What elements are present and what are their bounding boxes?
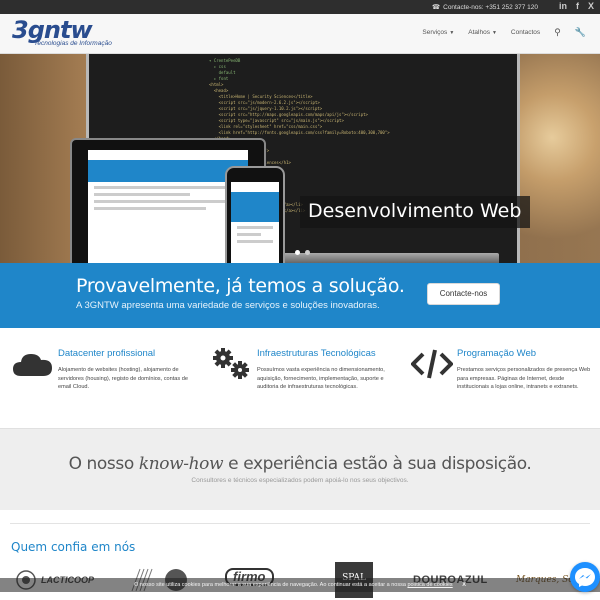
knowhow-section: O nosso know-how e experiência estão à s… <box>0 428 600 510</box>
linkedin-icon[interactable]: in <box>559 1 567 11</box>
knowhow-title: O nosso know-how e experiência estão à s… <box>68 454 532 474</box>
logo-mark: 3gntw <box>12 16 93 44</box>
feature-title[interactable]: Infraestruturas Tecnológicas <box>257 348 376 359</box>
cookie-banner: O nosso site utiliza cookies para melhor… <box>0 578 600 592</box>
main-nav: Serviços ▼ Atalhos ▼ Contactos ⚲ 🔧 <box>422 27 586 38</box>
contact-button[interactable]: Contacte-nos <box>427 283 500 305</box>
cookie-close-button[interactable]: X <box>462 582 466 588</box>
logo-tagline: Tecnologias de Informação <box>34 40 112 47</box>
messenger-chat-button[interactable] <box>570 562 600 592</box>
site-header: 3gntw Tecnologias de Informação Serviços… <box>0 14 600 54</box>
divider <box>10 523 590 524</box>
feature-text: Possuímos vasta experiência no dimension… <box>257 367 385 390</box>
search-icon[interactable]: ⚲ <box>554 27 561 38</box>
phone-image <box>225 166 285 263</box>
feature-title[interactable]: Programação Web <box>457 348 536 359</box>
cookie-text: O nosso site utiliza cookies para melhor… <box>134 582 406 588</box>
caret-down-icon: ▼ <box>449 30 455 36</box>
cookie-policy-link[interactable]: política de cookies <box>407 582 452 588</box>
feature-text: Prestamos serviços personalizados de pre… <box>457 367 591 390</box>
cloud-icon <box>13 354 52 376</box>
top-bar: ☎ Contacte-nos: +351 252 377 120 in f X <box>0 0 600 14</box>
wrench-icon[interactable]: 🔧 <box>575 27 586 38</box>
clients-title: Quem confia em nós <box>11 540 136 554</box>
site-logo[interactable]: 3gntw Tecnologias de Informação <box>12 18 127 52</box>
contact-text: Contacte-nos: +351 252 377 120 <box>443 3 538 11</box>
messenger-icon <box>575 568 595 587</box>
feature-text: Alojamento de websites (hosting), alojam… <box>58 367 188 390</box>
phone-icon: ☎ <box>432 4 441 11</box>
feature-title[interactable]: Datacenter profissional <box>58 348 155 359</box>
nav-item-atalhos[interactable]: Atalhos ▼ <box>468 29 497 36</box>
slider-dot[interactable] <box>305 250 310 255</box>
solutions-banner: Provavelmente, já temos a solução. A 3GN… <box>0 263 600 328</box>
caret-down-icon: ▼ <box>491 30 497 36</box>
knowhow-subtitle: Consultores e técnicos especializados po… <box>191 477 409 484</box>
code-icon <box>411 349 453 379</box>
banner-title: Provavelmente, já temos a solução. <box>76 275 405 297</box>
x-twitter-icon[interactable]: X <box>588 1 594 11</box>
facebook-icon[interactable]: f <box>576 1 579 11</box>
gears-icon <box>213 348 249 379</box>
nav-item-servicos[interactable]: Serviços ▼ <box>422 29 454 36</box>
slider-dot[interactable] <box>295 250 300 255</box>
slider-dots <box>295 250 310 255</box>
hero-slider[interactable]: ▾ CrentePeeDB ▸ css default ▸ font <html… <box>0 54 600 263</box>
social-links: in f X <box>559 1 594 11</box>
banner-subtitle: A 3GNTW apresenta uma variedade de servi… <box>76 300 380 311</box>
hero-caption: Desenvolvimento Web <box>300 196 530 228</box>
features-section: Datacenter profissional Alojamento de we… <box>0 328 600 428</box>
contact-info[interactable]: ☎ Contacte-nos: +351 252 377 120 <box>432 3 538 12</box>
nav-item-contactos[interactable]: Contactos <box>511 29 540 36</box>
